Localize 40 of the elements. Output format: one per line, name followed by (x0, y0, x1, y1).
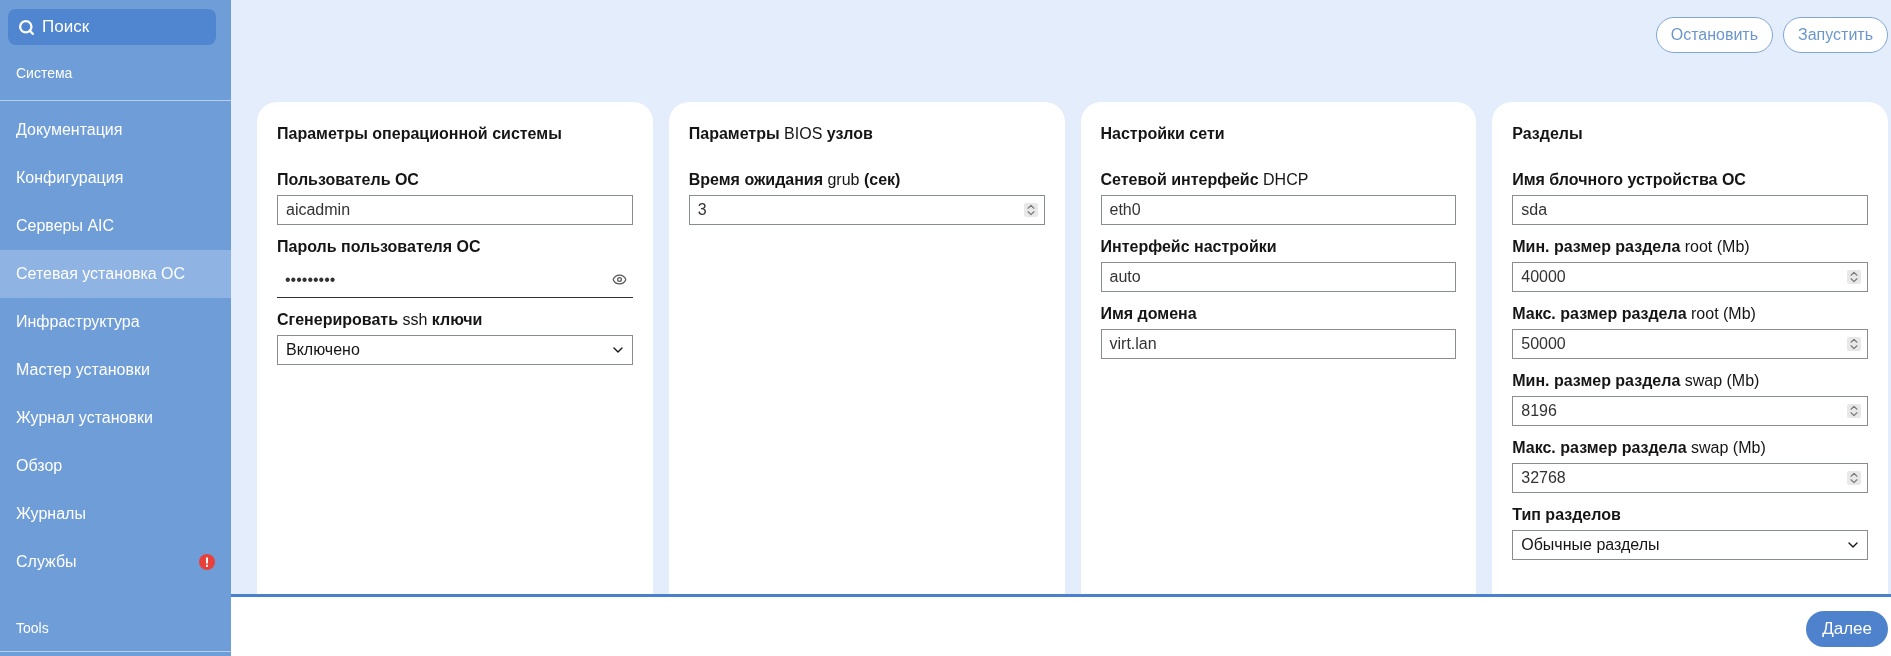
section-heading: Tools (16, 619, 49, 636)
text-field[interactable]: sda (1512, 195, 1868, 225)
field-label: Мин. размер раздела root (Mb) (1512, 237, 1751, 256)
field-label: Имя домена (1100, 304, 1198, 323)
number-field[interactable]: 32768 (1512, 463, 1868, 493)
number-field[interactable]: 50000 (1512, 329, 1868, 359)
eye-icon[interactable] (611, 272, 627, 287)
field-label: Время ожидания grub (сек) (688, 170, 902, 189)
field-label: Имя блочного устройства ОС (1512, 170, 1747, 189)
card-title: Разделы (1512, 124, 1584, 144)
spinner-icon[interactable] (1023, 203, 1038, 217)
field-label: Тип разделов (1512, 505, 1622, 524)
field-label: Пользователь ОС (277, 170, 420, 189)
card-title: Параметры операционной системы (277, 124, 563, 144)
spinner-icon[interactable] (1847, 337, 1861, 351)
search-icon (18, 19, 35, 36)
text-field[interactable]: virt.lan (1100, 329, 1457, 359)
spinner-icon[interactable] (1847, 471, 1861, 485)
text-field[interactable]: aicadmin (277, 195, 633, 225)
text-field[interactable]: eth0 (1100, 195, 1457, 225)
section-heading: Система (16, 64, 73, 81)
number-field[interactable]: 40000 (1512, 262, 1868, 292)
number-field[interactable]: 8196 (1512, 396, 1868, 426)
field-label: Пароль пользователя ОС (277, 237, 482, 256)
field-label: Макс. размер раздела root (Mb) (1512, 304, 1757, 323)
field-label: Интерфейс настройки (1100, 237, 1278, 256)
field-label: Мин. размер раздела swap (Mb) (1512, 371, 1761, 390)
next-button[interactable]: Далее (1806, 610, 1888, 647)
text-field[interactable]: auto (1100, 262, 1457, 292)
spinner-icon[interactable] (1847, 270, 1861, 284)
card-title: Параметры BIOS узлов (688, 124, 874, 144)
select-field[interactable]: Обычные разделы (1512, 530, 1868, 560)
number-field[interactable]: 3 (688, 195, 1045, 225)
card-title: Настройки сети (1100, 124, 1226, 144)
spinner-icon[interactable] (1847, 404, 1861, 418)
field-label: Макс. размер раздела swap (Mb) (1512, 438, 1767, 457)
field-label: Сгенерировать ssh ключи (277, 310, 484, 329)
field-label: Сетевой интерфейс DHCP (1100, 170, 1310, 189)
search-field[interactable]: Поиск (8, 9, 216, 45)
select-field[interactable]: Включено (277, 335, 633, 365)
